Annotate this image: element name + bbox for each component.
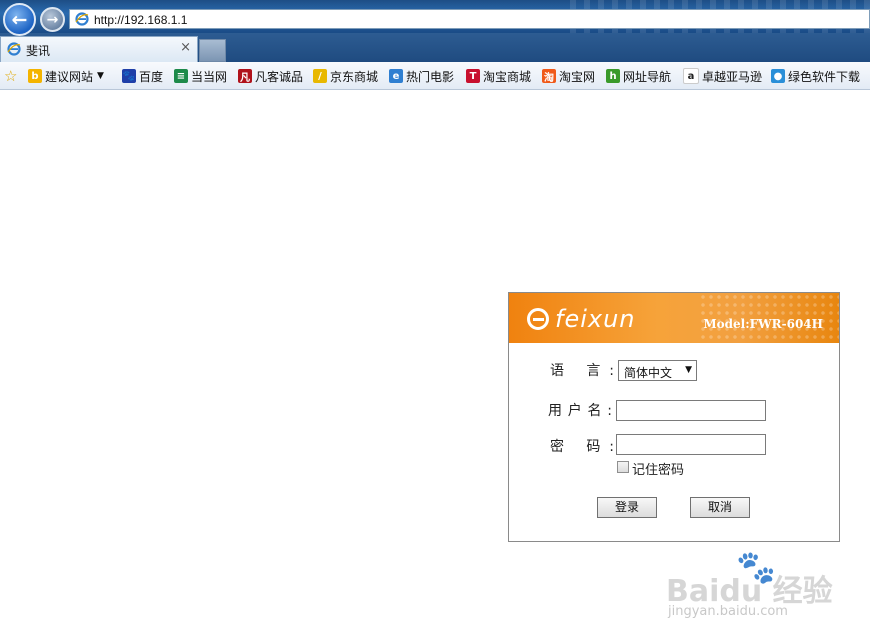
cancel-button[interactable]: 取消: [690, 497, 750, 518]
dropdown-arrow-icon: ▼: [685, 365, 692, 375]
vancl-icon: 凡: [238, 69, 252, 84]
favorite-item[interactable]: T 淘宝商城: [466, 67, 531, 85]
language-label: 语 言:: [550, 363, 614, 379]
favorite-item[interactable]: b 建议网站 ▼: [28, 67, 104, 85]
favorite-item[interactable]: / 京东商城: [313, 67, 378, 85]
close-tab-icon[interactable]: ×: [180, 40, 191, 55]
tmall-icon: T: [466, 69, 480, 83]
remember-password-label: 记住密码: [632, 463, 685, 478]
password-input[interactable]: [616, 434, 766, 455]
favorite-item[interactable]: ≡ 当当网: [174, 67, 227, 85]
feixun-logo: feixun: [527, 305, 636, 333]
brand-name: feixun: [555, 305, 636, 333]
login-button[interactable]: 登录: [597, 497, 657, 518]
favorite-label: 淘宝网: [559, 69, 596, 84]
baidu-paw-icon: 🐾: [122, 69, 136, 83]
username-label: 用户名:: [548, 403, 612, 419]
baidu-jingyan-watermark: 🐾 Baidu 经验 jingyan.baidu.com: [666, 548, 836, 628]
favorite-item[interactable]: h 网址导航: [606, 67, 671, 85]
watermark-url: jingyan.baidu.com: [668, 604, 788, 619]
taobao-icon: 淘: [542, 69, 556, 84]
favorite-label: 百度: [139, 69, 164, 84]
bing-icon: b: [28, 69, 42, 83]
favorite-item[interactable]: ● 绿色软件下载: [771, 67, 860, 85]
new-tab-button[interactable]: [199, 39, 226, 62]
feixun-logo-icon: [527, 308, 549, 330]
hao-icon: h: [606, 69, 620, 83]
favorite-label: 卓越亚马逊: [702, 69, 763, 84]
favorite-item[interactable]: e 热门电影: [389, 67, 454, 85]
username-input[interactable]: [616, 400, 766, 421]
model-number: Model:FWR-604H: [703, 317, 823, 331]
favorite-item[interactable]: a 卓越亚马逊: [683, 67, 762, 85]
favorite-item[interactable]: 淘淘宝网: [542, 67, 595, 85]
remember-password-checkbox[interactable]: [617, 461, 629, 473]
address-url: http://192.168.1.1: [94, 13, 188, 27]
favorite-label: 当当网: [191, 69, 228, 84]
favorite-item[interactable]: 🐾 百度: [122, 67, 163, 85]
favorites-bar: ☆ b 建议网站 ▼ 🐾 百度 ≡ 当当网凡凡客诚品 / 京东商城 e 热门电影 T 淘宝商城淘淘宝网 h…: [0, 62, 870, 90]
favorites-star-icon[interactable]: ☆: [4, 67, 17, 85]
favorite-label: 热门电影: [406, 69, 455, 84]
back-button[interactable]: ←: [3, 3, 36, 36]
favorite-label: 网址导航: [623, 69, 672, 84]
tab-feixun[interactable]: 斐讯 ×: [0, 36, 198, 62]
favorite-item[interactable]: 凡凡客诚品: [238, 67, 303, 85]
password-label: 密 码:: [550, 439, 614, 455]
ie-page-icon: [75, 12, 89, 26]
favorite-label: 绿色软件下载: [788, 69, 861, 84]
tab-title: 斐讯: [26, 44, 51, 58]
forward-button[interactable]: →: [40, 7, 65, 32]
address-bar[interactable]: http://192.168.1.1: [69, 9, 870, 29]
jd-icon: /: [313, 69, 327, 83]
green-software-icon: ●: [771, 69, 785, 83]
ie-icon: e: [389, 69, 403, 83]
language-select-value: 简体中文: [624, 366, 673, 380]
brand-banner: feixun Model:FWR-604H: [509, 293, 839, 343]
language-select[interactable]: 简体中文 ▼: [618, 360, 697, 381]
login-panel: feixun Model:FWR-604H 语 言: 简体中文 ▼ 用户名: 密…: [508, 292, 840, 542]
favorite-label: 凡客诚品: [255, 69, 304, 84]
favorite-label: 建议网站: [45, 69, 94, 84]
amazon-icon: a: [683, 68, 699, 84]
ie-tab-icon: [7, 42, 21, 56]
favorite-label: 淘宝商城: [483, 69, 532, 84]
dangdang-icon: ≡: [174, 69, 188, 83]
dropdown-caret-icon[interactable]: ▼: [97, 71, 104, 81]
tab-strip: 斐讯 ×: [0, 33, 870, 62]
favorite-label: 京东商城: [330, 69, 379, 84]
